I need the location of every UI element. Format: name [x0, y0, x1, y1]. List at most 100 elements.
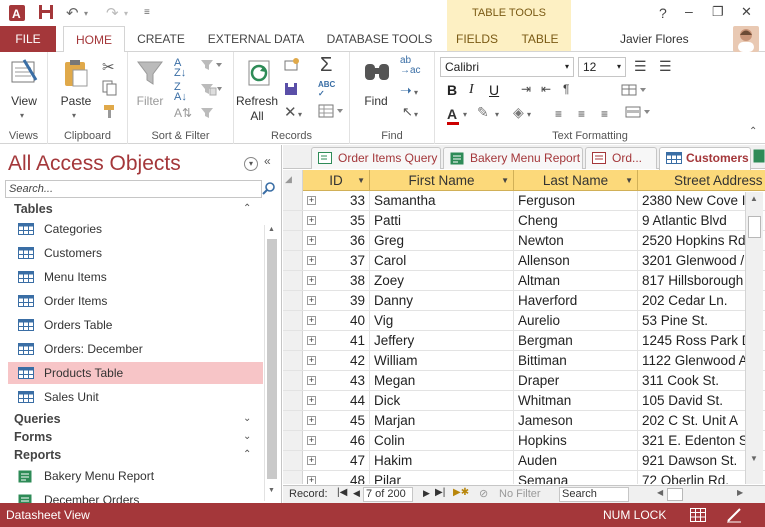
hscroll-left-icon[interactable]: ◀	[657, 488, 663, 497]
scroll-down-icon[interactable]: ▼	[268, 487, 275, 494]
column-dropdown-icon[interactable]: ▼	[625, 170, 633, 191]
table-cell[interactable]: Carol	[370, 251, 514, 271]
table-cell[interactable]: Haverford	[514, 291, 638, 311]
nav-search-input[interactable]: Search...	[5, 180, 262, 198]
view-button[interactable]: View	[6, 94, 42, 108]
table-row[interactable]: +33 Samantha Ferguson 2380 New Cove I	[283, 191, 765, 211]
table-row[interactable]: +38 Zoey Altman 817 Hillsborough	[283, 271, 765, 291]
expand-queries-icon[interactable]: ⌄	[243, 413, 251, 424]
hscroll-right-icon[interactable]: ▶	[737, 488, 743, 497]
table-cell[interactable]: 42	[323, 351, 370, 371]
table-cell[interactable]: Vig	[370, 311, 514, 331]
expand-row-icon[interactable]: +	[307, 276, 316, 285]
table-cell[interactable]: Patti	[370, 211, 514, 231]
fill-color-icon[interactable]: ◈	[513, 104, 524, 121]
table-cell[interactable]: 45	[323, 411, 370, 431]
section-reports[interactable]: Reports	[14, 448, 61, 462]
tab-table[interactable]: TABLE	[512, 26, 568, 52]
table-cell[interactable]: Ferguson	[514, 191, 638, 211]
cut-icon[interactable]: ✂	[102, 58, 115, 76]
table-row[interactable]: +46 Colin Hopkins 321 E. Edenton S	[283, 431, 765, 451]
refresh-button[interactable]: Refresh	[234, 94, 280, 108]
tab-home[interactable]: HOME	[63, 26, 125, 53]
expand-row-icon[interactable]: +	[307, 376, 316, 385]
grid-scroll-thumb[interactable]	[748, 216, 761, 238]
doc-tab-customers[interactable]: Customers	[659, 147, 751, 171]
expand-row-icon[interactable]: +	[307, 456, 316, 465]
go-to-icon[interactable]: ➝	[400, 82, 412, 99]
grid-scroll-up-icon[interactable]: ▲	[750, 194, 758, 203]
table-row[interactable]: +42 William Bittiman 1122 Glenwood A	[283, 351, 765, 371]
bold-icon[interactable]: B	[447, 82, 457, 98]
nav-item-bakery-menu-report[interactable]: Bakery Menu Report	[8, 465, 263, 487]
redo-icon[interactable]: ↷	[106, 4, 119, 22]
align-left-icon[interactable]: ≡	[555, 107, 562, 121]
numbering-icon[interactable]: ☰	[659, 58, 672, 75]
table-cell[interactable]: Greg	[370, 231, 514, 251]
table-cell[interactable]: Dick	[370, 391, 514, 411]
table-cell[interactable]: Auden	[514, 451, 638, 471]
table-cell[interactable]: Cheng	[514, 211, 638, 231]
table-cell[interactable]: Megan	[370, 371, 514, 391]
customize-qat-icon[interactable]: ≡	[144, 7, 150, 18]
copy-icon[interactable]	[102, 80, 118, 96]
table-cell[interactable]: Jameson	[514, 411, 638, 431]
sort-ascending-icon[interactable]: A Z↓	[174, 58, 186, 79]
table-cell[interactable]: Zoey	[370, 271, 514, 291]
outdent-icon[interactable]: ⇤	[541, 82, 551, 96]
design-view-icon[interactable]	[726, 507, 742, 523]
column-header-first-name[interactable]: First Name ▼	[370, 170, 514, 191]
expand-row-icon[interactable]: +	[307, 396, 316, 405]
font-size-dropdown[interactable]: 12 ▾	[578, 57, 626, 77]
gridlines-icon[interactable]	[621, 84, 647, 96]
doc-tab-order-items-query[interactable]: Order Items Query	[311, 147, 441, 169]
table-cell[interactable]: 40	[323, 311, 370, 331]
expand-row-icon[interactable]: +	[307, 436, 316, 445]
table-cell[interactable]: Marjan	[370, 411, 514, 431]
doc-tab-bakery-menu-report[interactable]: Bakery Menu Report	[443, 147, 583, 169]
nav-scroll-thumb[interactable]	[267, 239, 277, 479]
expand-row-icon[interactable]: +	[307, 256, 316, 265]
align-center-icon[interactable]: ≡	[578, 107, 585, 121]
table-cell[interactable]: Jeffery	[370, 331, 514, 351]
go-to-dropdown-icon[interactable]: ▾	[414, 88, 418, 97]
expand-row-icon[interactable]: +	[307, 476, 316, 484]
first-record-icon[interactable]: |◀	[337, 487, 347, 498]
format-painter-icon[interactable]	[102, 103, 118, 119]
redo-dropdown-icon[interactable]: ▾	[124, 9, 128, 18]
paste-button[interactable]: Paste	[58, 94, 94, 108]
table-row[interactable]: +45 Marjan Jameson 202 C St. Unit A	[283, 411, 765, 431]
nav-item-categories[interactable]: Categories	[8, 218, 263, 240]
tab-create[interactable]: CREATE	[132, 26, 190, 52]
spelling-icon[interactable]: ABC ✓	[318, 80, 335, 98]
expand-row-icon[interactable]: +	[307, 416, 316, 425]
column-header-id[interactable]: ID ▼	[303, 170, 370, 191]
save-icon[interactable]	[38, 4, 54, 20]
nav-scrollbar[interactable]: ▲ ▼	[264, 225, 279, 501]
table-row[interactable]: +40 Vig Aurelio 53 Pine St.	[283, 311, 765, 331]
table-cell[interactable]: 48	[323, 471, 370, 484]
table-cell[interactable]: Semana	[514, 471, 638, 484]
table-cell[interactable]: 47	[323, 451, 370, 471]
table-cell[interactable]: Allenson	[514, 251, 638, 271]
table-cell[interactable]: 46	[323, 431, 370, 451]
table-row[interactable]: +37 Carol Allenson 3201 Glenwood /	[283, 251, 765, 271]
tab-file[interactable]: FILE	[0, 26, 56, 52]
paste-dropdown-icon[interactable]: ▾	[72, 111, 76, 120]
font-color-icon[interactable]: A	[447, 106, 459, 125]
scroll-up-icon[interactable]: ▲	[268, 226, 275, 233]
select-icon[interactable]: ↖	[402, 104, 413, 120]
expand-row-icon[interactable]: +	[307, 216, 316, 225]
table-cell[interactable]: Hopkins	[514, 431, 638, 451]
restore-button[interactable]: ❐	[712, 4, 724, 20]
column-dropdown-icon[interactable]: ▼	[357, 170, 365, 191]
previous-record-icon[interactable]: ◀	[353, 488, 360, 499]
record-search-input[interactable]: Search	[559, 487, 629, 502]
table-cell[interactable]: Whitman	[514, 391, 638, 411]
collapse-reports-icon[interactable]: ⌃	[243, 449, 251, 460]
column-header-street-address[interactable]: Street Address	[638, 170, 765, 191]
help-button[interactable]: ?	[659, 5, 667, 21]
nav-item-sales-unit[interactable]: Sales Unit	[8, 386, 263, 408]
section-queries[interactable]: Queries	[14, 412, 61, 426]
font-name-dropdown[interactable]: Calibri ▾	[440, 57, 574, 77]
